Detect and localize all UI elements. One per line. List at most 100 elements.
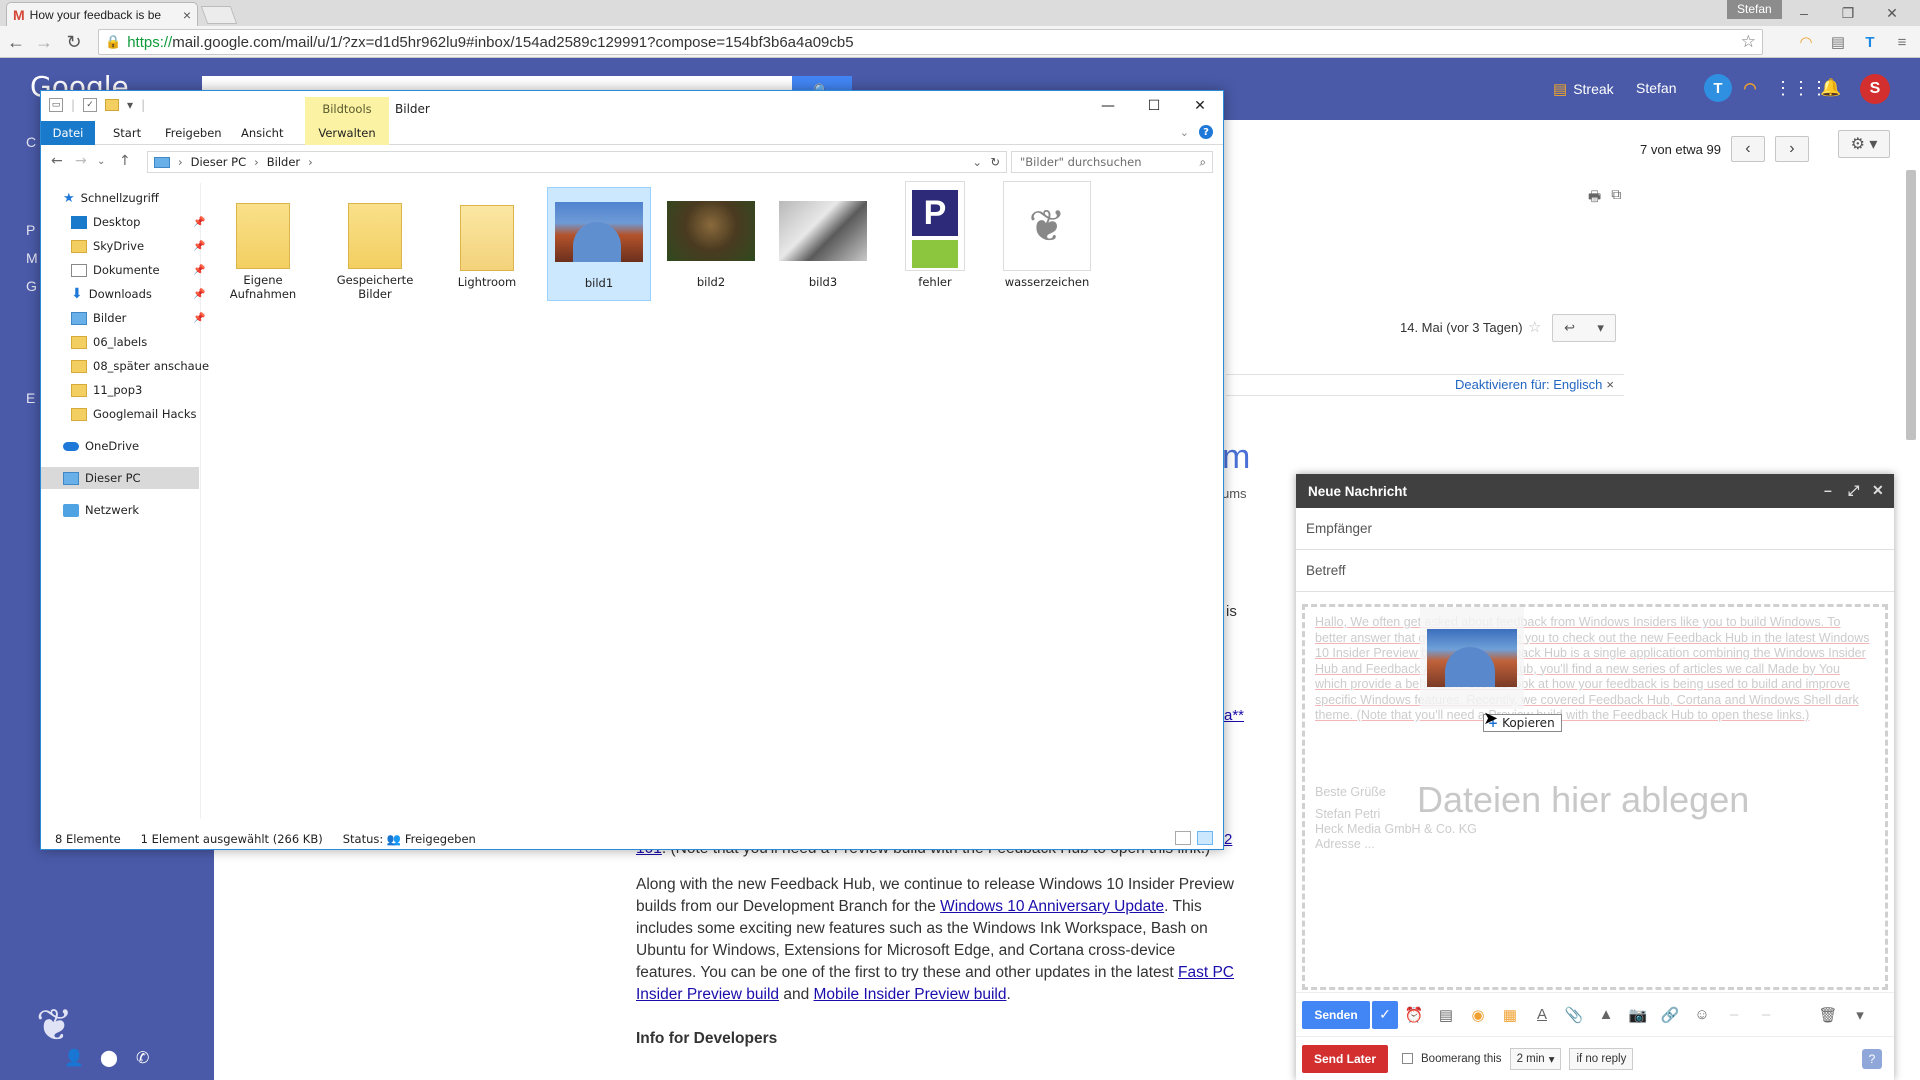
nav-item-folder[interactable]: 08_später anschaue: [71, 355, 209, 377]
file-item[interactable]: bild2: [659, 187, 763, 301]
boomerang-condition-select[interactable]: if no reply: [1569, 1047, 1634, 1070]
extension-icon[interactable]: ◠: [1736, 74, 1764, 102]
send-later-button[interactable]: Send Later: [1302, 1044, 1389, 1073]
streak-button[interactable]: ▤ Streak: [1553, 80, 1614, 98]
trash-icon[interactable]: 🗑: [1812, 1006, 1844, 1024]
large-icons-view-icon[interactable]: [1197, 831, 1213, 845]
bookmark-star-icon[interactable]: ☆: [1741, 32, 1756, 52]
expand-icon[interactable]: ⤢: [1848, 482, 1859, 499]
alarm-clock-icon[interactable]: ⏰: [1398, 1006, 1430, 1024]
profile-badge[interactable]: Stefan: [1727, 0, 1782, 19]
explorer-address-bar[interactable]: › Dieser PC › Bilder › ⌄ ↻: [147, 151, 1007, 173]
nav-item-dieser-pc[interactable]: Dieser PC: [41, 467, 199, 489]
close-tab-icon[interactable]: ×: [183, 7, 191, 23]
tab-verwalten[interactable]: Verwalten: [305, 121, 389, 145]
chevron-down-icon[interactable]: ▾: [1597, 320, 1604, 336]
forward-icon[interactable]: →: [32, 30, 56, 54]
new-window-icon[interactable]: ⧉: [1611, 186, 1621, 210]
file-drop-zone[interactable]: Hallo, We often get asked about feedback…: [1302, 604, 1888, 990]
file-item[interactable]: Eigene Aufnahmen: [211, 187, 315, 301]
file-item-selected[interactable]: bild1: [547, 187, 651, 301]
properties-icon[interactable]: ▭: [49, 98, 63, 112]
breadcrumb-item[interactable]: Dieser PC: [191, 155, 247, 169]
details-view-icon[interactable]: [1175, 831, 1191, 845]
close-window-icon[interactable]: ✕: [1870, 0, 1914, 26]
text-format-icon[interactable]: A: [1526, 1006, 1558, 1023]
minimize-icon[interactable]: —: [1085, 91, 1131, 121]
reload-icon[interactable]: ↻: [62, 30, 86, 54]
nav-item-folder[interactable]: Googlemail Hacks: [71, 403, 197, 425]
new-tab-button[interactable]: [200, 6, 238, 24]
location-icon[interactable]: ⬤: [100, 1048, 118, 1068]
nav-item-bilder[interactable]: Bilder 📌: [71, 307, 205, 329]
file-item[interactable]: bild3: [771, 187, 875, 301]
refresh-icon[interactable]: ↻: [990, 155, 1000, 169]
back-icon[interactable]: ←: [4, 30, 28, 54]
send-button[interactable]: Senden: [1302, 1000, 1370, 1029]
nav-item-onedrive[interactable]: OneDrive: [63, 435, 139, 457]
address-bar[interactable]: 🔒 https:// mail.google.com/mail/u/1/?zx=…: [98, 29, 1763, 55]
scrollbar[interactable]: [1906, 170, 1916, 440]
help-icon[interactable]: ?: [1199, 125, 1213, 139]
link-fragment[interactable]: a**: [1224, 707, 1244, 724]
template-icon[interactable]: ▤: [1430, 1006, 1462, 1024]
customize-qat-icon[interactable]: ▾: [127, 98, 133, 112]
nav-item-folder[interactable]: 06_labels: [71, 331, 147, 353]
context-tab-bildtools[interactable]: Bildtools: [305, 97, 389, 121]
up-icon[interactable]: ↑: [119, 153, 131, 169]
tab-freigeben[interactable]: Freigeben: [155, 121, 232, 145]
person-icon[interactable]: 👤: [64, 1048, 84, 1068]
user-name[interactable]: Stefan: [1636, 80, 1676, 96]
minimize-icon[interactable]: –: [1782, 0, 1826, 26]
explorer-search-input[interactable]: "Bilder" durchsuchen ⌕: [1011, 151, 1213, 173]
close-icon[interactable]: ✕: [1177, 91, 1223, 121]
snippets-icon[interactable]: ▦: [1494, 1006, 1526, 1024]
nav-item-folder[interactable]: 11_pop3: [71, 379, 142, 401]
avatar[interactable]: S: [1860, 74, 1890, 104]
boomerang-time-select[interactable]: 2 min ▾: [1509, 1047, 1562, 1070]
file-item[interactable]: P fehler: [883, 181, 987, 301]
nav-item-dokumente[interactable]: Dokumente 📌: [71, 259, 205, 281]
check-icon[interactable]: ✓: [1372, 1000, 1398, 1029]
browser-tab[interactable]: M How your feedback is be ×: [6, 2, 198, 26]
new-folder-icon[interactable]: [105, 99, 120, 111]
prev-icon[interactable]: ‹: [1730, 136, 1765, 162]
expand-ribbon-icon[interactable]: ⌄: [1180, 126, 1189, 139]
breadcrumb-item[interactable]: Bilder: [267, 155, 300, 169]
more-icon[interactable]: –: [1750, 1006, 1782, 1023]
nav-item-downloads[interactable]: ⬇ Downloads 📌: [71, 283, 205, 305]
insert-link-icon[interactable]: 🔗: [1654, 1006, 1686, 1024]
back-icon[interactable]: ←: [51, 153, 63, 169]
article-link[interactable]: Windows 10 Anniversary Update: [940, 898, 1164, 915]
star-icon[interactable]: ☆: [1528, 318, 1541, 336]
drive-icon[interactable]: ▲: [1590, 1006, 1622, 1023]
extension-t-icon[interactable]: T: [1704, 74, 1732, 102]
extension-icon[interactable]: T: [1860, 32, 1880, 52]
tracking-eye-icon[interactable]: ◉: [1462, 1006, 1494, 1024]
close-icon[interactable]: ✕: [1872, 482, 1884, 499]
tab-start[interactable]: Start: [103, 121, 151, 145]
next-icon[interactable]: ›: [1774, 136, 1809, 162]
boomerang-checkbox[interactable]: [1402, 1053, 1414, 1064]
nav-item-desktop[interactable]: Desktop 📌: [71, 211, 205, 233]
phone-icon[interactable]: ✆: [136, 1048, 149, 1068]
reply-button[interactable]: ↩ ▾: [1552, 314, 1616, 342]
close-icon[interactable]: ×: [1606, 377, 1614, 392]
recent-locations-icon[interactable]: ⌄: [97, 156, 105, 167]
attach-icon[interactable]: 📎: [1558, 1006, 1590, 1024]
tab-datei[interactable]: Datei: [41, 121, 95, 145]
article-link[interactable]: Mobile Insider Preview build: [814, 986, 1007, 1003]
print-icon[interactable]: 🖶: [1588, 186, 1601, 210]
file-item[interactable]: ❦ wasserzeichen: [995, 181, 1099, 301]
forward-icon[interactable]: →: [75, 153, 87, 169]
notifications-icon[interactable]: 🔔: [1820, 78, 1841, 98]
settings-gear-icon[interactable]: ⚙ ▾: [1838, 130, 1890, 158]
translate-bar[interactable]: Deaktivieren für: Englisch ×: [1226, 374, 1624, 396]
nav-item-schnellzugriff[interactable]: ★ Schnellzugriff: [63, 187, 159, 209]
nav-item-skydrive[interactable]: SkyDrive 📌: [71, 235, 205, 257]
restore-icon[interactable]: ❐: [1826, 0, 1870, 26]
tab-ansicht[interactable]: Ansicht: [231, 121, 293, 145]
chrome-menu-icon[interactable]: ≡: [1892, 32, 1912, 52]
insert-photo-icon[interactable]: 📷: [1622, 1006, 1654, 1024]
nav-item-netzwerk[interactable]: Netzwerk: [63, 499, 139, 521]
